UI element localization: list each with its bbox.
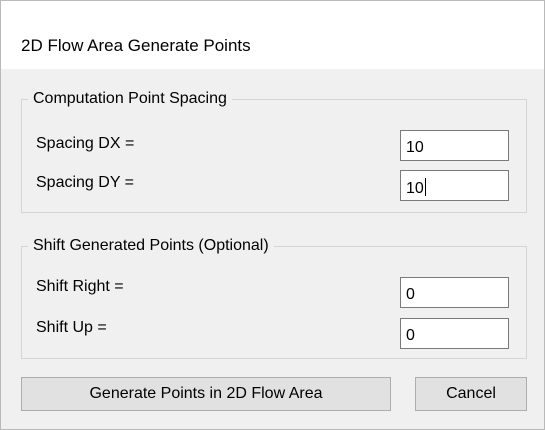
title-bar[interactable]: 2D Flow Area Generate Points <box>1 1 544 69</box>
spacing-dy-input[interactable]: 10 <box>400 170 509 201</box>
spacing-dy-label: Spacing DY = <box>36 174 134 191</box>
generate-points-button[interactable]: Generate Points in 2D Flow Area <box>21 377 391 411</box>
spacing-group-legend: Computation Point Spacing <box>28 89 232 109</box>
dialog-window: 2D Flow Area Generate Points Computation… <box>0 0 545 430</box>
window-title: 2D Flow Area Generate Points <box>21 36 251 55</box>
shift-generated-points-group: Shift Generated Points (Optional) Shift … <box>21 236 527 359</box>
shift-right-input[interactable]: 0 <box>400 277 509 308</box>
text-caret <box>424 178 426 196</box>
spacing-dx-label: Spacing DX = <box>36 135 135 152</box>
shift-up-label: Shift Up = <box>36 319 107 336</box>
cancel-button[interactable]: Cancel <box>415 377 527 411</box>
spacing-dy-value: 10 <box>406 180 424 197</box>
spacing-dx-input[interactable]: 10 <box>400 130 509 161</box>
shift-group-legend: Shift Generated Points (Optional) <box>28 236 274 256</box>
shift-right-value: 0 <box>406 286 415 303</box>
shift-right-label: Shift Right = <box>36 278 124 295</box>
computation-point-spacing-group: Computation Point Spacing Spacing DX = 1… <box>21 89 527 213</box>
shift-up-input[interactable]: 0 <box>400 318 509 349</box>
spacing-dx-value: 10 <box>406 139 424 156</box>
shift-up-value: 0 <box>406 327 415 344</box>
